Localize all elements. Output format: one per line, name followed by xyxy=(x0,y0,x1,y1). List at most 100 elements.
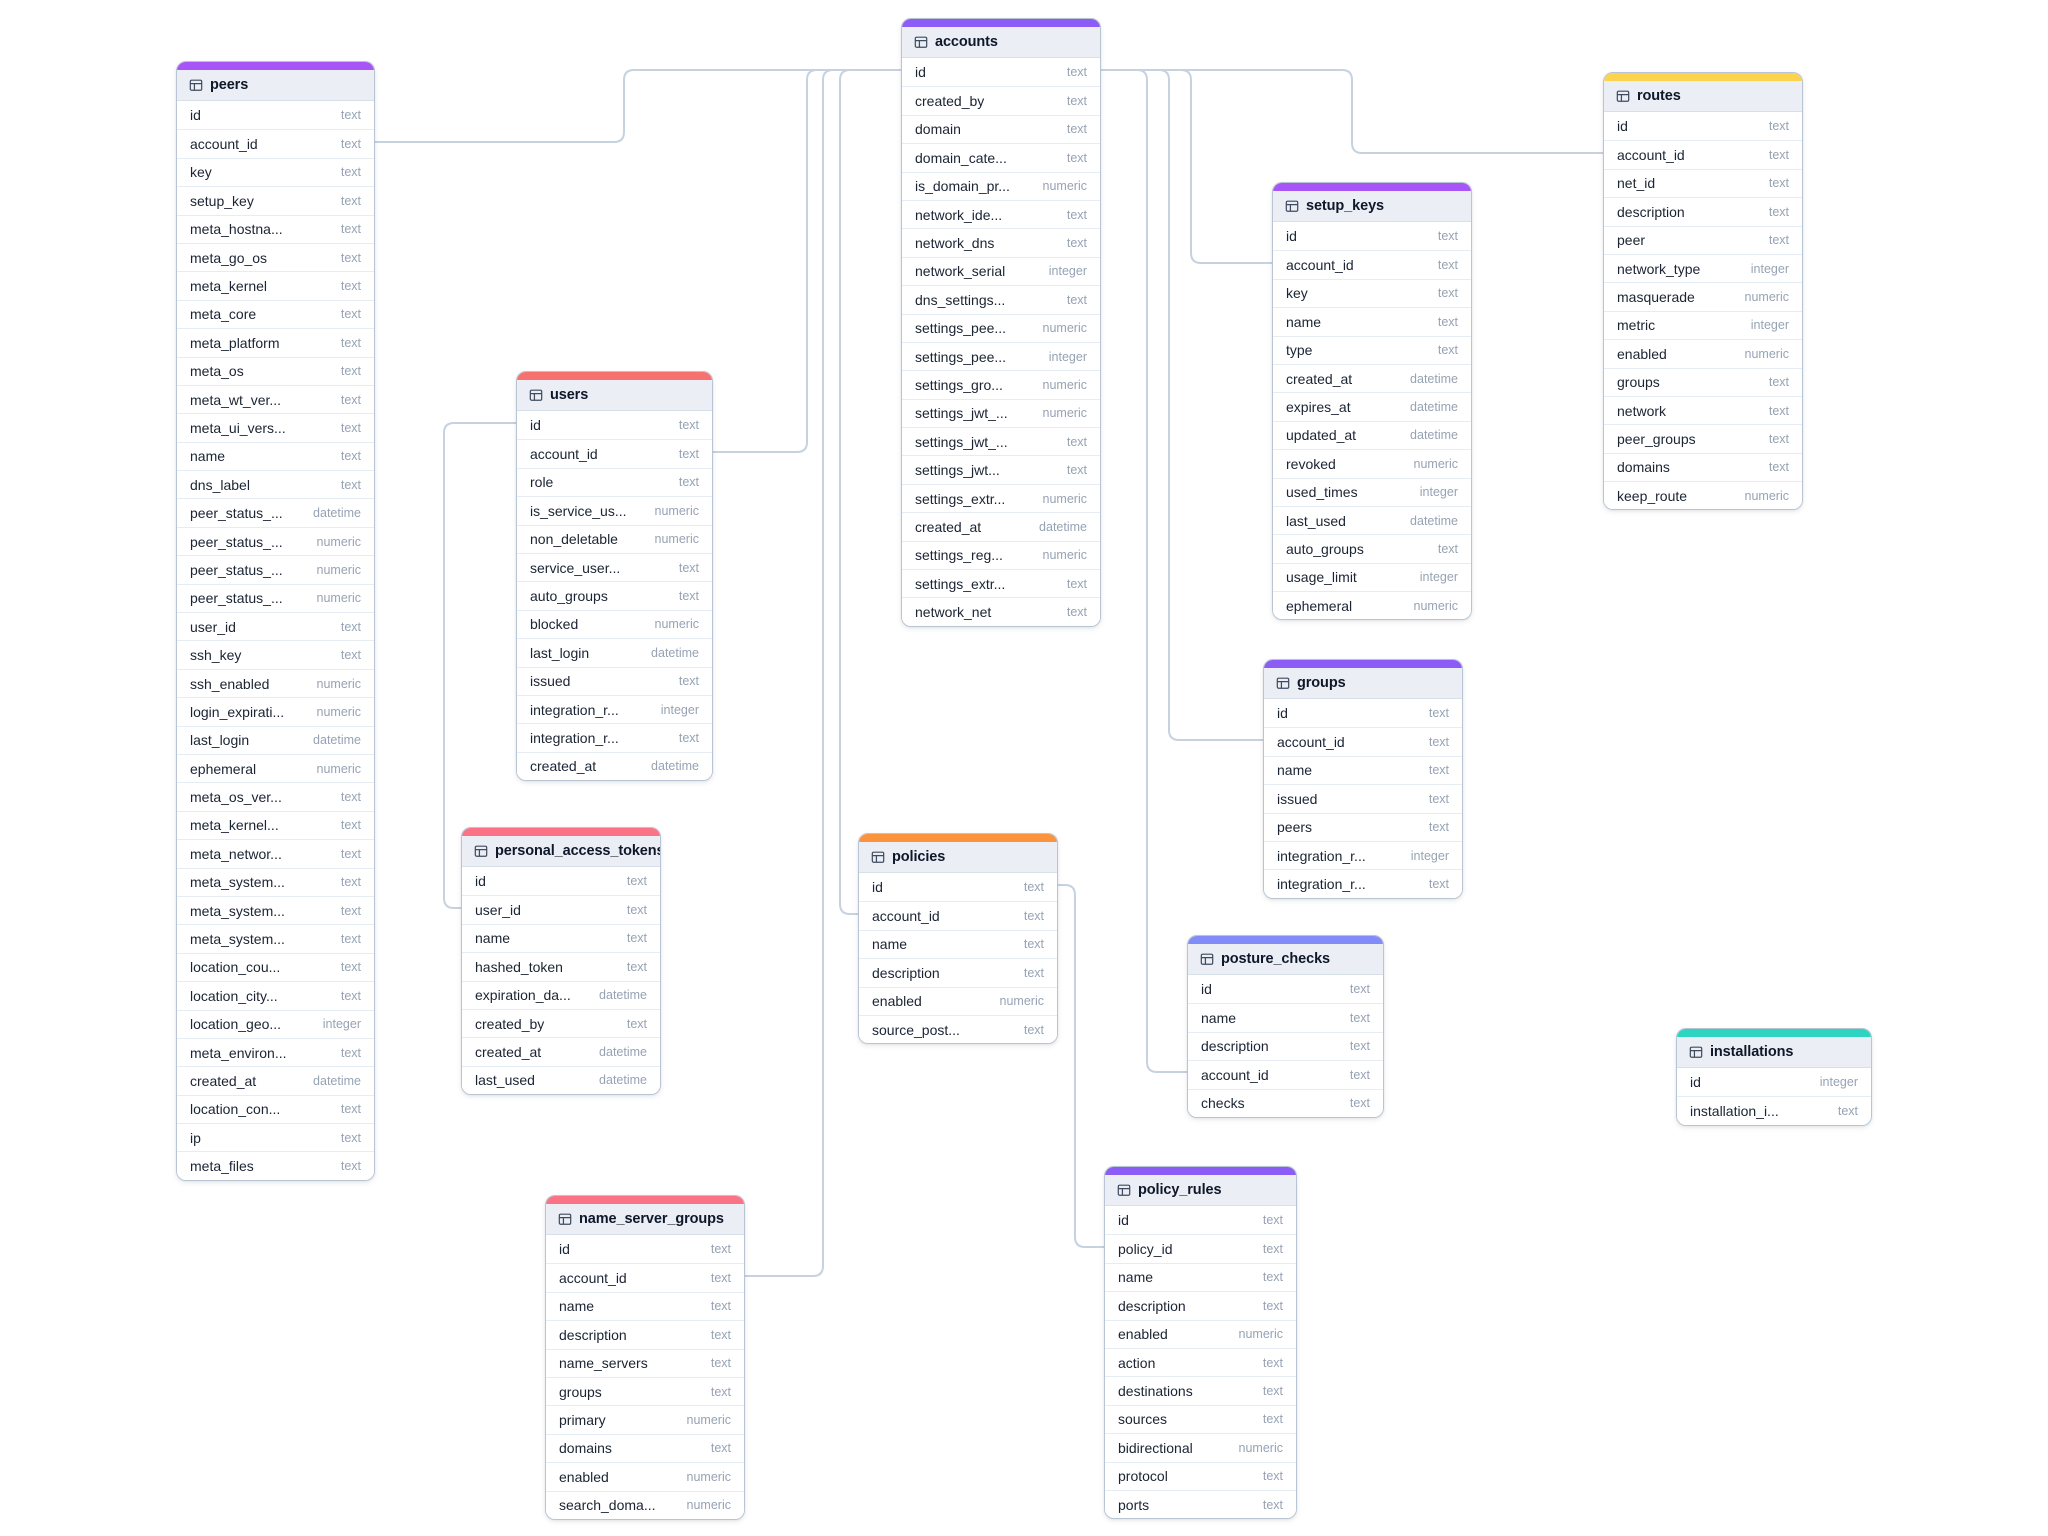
field-name: id xyxy=(190,107,201,123)
table-card-policy_rules[interactable]: policy_rules id text policy_id text name… xyxy=(1104,1166,1297,1519)
field-type: text xyxy=(1350,1068,1370,1082)
table-row: auto_groups text xyxy=(517,581,712,609)
table-row: bidirectional numeric xyxy=(1105,1433,1296,1461)
table-row: groups text xyxy=(1604,368,1802,396)
field-type: text xyxy=(1769,404,1789,418)
table-row: enabled numeric xyxy=(1604,339,1802,367)
field-name: last_login xyxy=(530,645,589,661)
field-name: created_at xyxy=(1286,371,1352,387)
table-row: description text xyxy=(859,958,1057,986)
table-row: created_at datetime xyxy=(1273,364,1471,392)
table-title: peers xyxy=(210,77,248,93)
field-type: numeric xyxy=(687,1413,731,1427)
table-icon xyxy=(1117,1183,1131,1197)
field-type: text xyxy=(341,194,361,208)
table-card-name_server_groups[interactable]: name_server_groups id text account_id te… xyxy=(545,1195,745,1520)
field-name: name xyxy=(1118,1269,1153,1285)
field-type: text xyxy=(1429,763,1449,777)
table-row: usage_limit integer xyxy=(1273,563,1471,591)
table-card-personal_access_tokens[interactable]: personal_access_tokens id text user_id t… xyxy=(461,827,661,1095)
field-name: meta_core xyxy=(190,306,256,322)
field-type: datetime xyxy=(599,988,647,1002)
table-row: domain text xyxy=(902,115,1100,143)
field-name: id xyxy=(1690,1074,1701,1090)
field-type: text xyxy=(1067,463,1087,477)
table-row: network_dns text xyxy=(902,228,1100,256)
table-row: meta_files text xyxy=(177,1151,374,1179)
field-name: account_id xyxy=(1277,734,1345,750)
table-row: id text xyxy=(517,411,712,439)
field-name: meta_platform xyxy=(190,335,279,351)
field-type: text xyxy=(711,1271,731,1285)
field-type: numeric xyxy=(1414,457,1458,471)
connector-users.account_id-to-accounts.id xyxy=(713,70,901,452)
field-name: account_id xyxy=(530,446,598,462)
table-row: meta_os text xyxy=(177,357,374,385)
table-card-accounts[interactable]: accounts id text created_by text domain … xyxy=(901,18,1101,627)
table-row: enabled numeric xyxy=(546,1462,744,1490)
table-title: setup_keys xyxy=(1306,198,1384,214)
table-row: name text xyxy=(1188,1003,1383,1031)
table-icon xyxy=(1616,89,1630,103)
table-card-routes[interactable]: routes id text account_id text net_id te… xyxy=(1603,72,1803,510)
field-type: text xyxy=(341,847,361,861)
field-type: text xyxy=(1024,880,1044,894)
field-type: datetime xyxy=(1410,428,1458,442)
table-row: location_cou... text xyxy=(177,953,374,981)
table-row: action text xyxy=(1105,1348,1296,1376)
field-name: is_service_us... xyxy=(530,503,626,519)
field-name: key xyxy=(1286,285,1308,301)
field-name: network_net xyxy=(915,604,991,620)
table-row: groups text xyxy=(546,1377,744,1405)
field-name: is_domain_pr... xyxy=(915,178,1010,194)
table-card-policies[interactable]: policies id text account_id text name te… xyxy=(858,833,1058,1044)
table-row: updated_at datetime xyxy=(1273,421,1471,449)
field-name: enabled xyxy=(1118,1326,1168,1342)
table-row: meta_kernel... text xyxy=(177,811,374,839)
field-name: groups xyxy=(1617,374,1660,390)
field-name: meta_os_ver... xyxy=(190,789,282,805)
field-type: numeric xyxy=(1043,378,1087,392)
table-card-peers[interactable]: peers id text account_id text key text s… xyxy=(176,61,375,1181)
field-name: peer_status_... xyxy=(190,505,283,521)
table-row: key text xyxy=(177,158,374,186)
field-name: meta_files xyxy=(190,1158,254,1174)
field-name: enabled xyxy=(559,1469,609,1485)
field-type: datetime xyxy=(313,733,361,747)
field-type: text xyxy=(679,418,699,432)
table-card-posture_checks[interactable]: posture_checks id text name text descrip… xyxy=(1187,935,1384,1118)
field-type: text xyxy=(1263,1242,1283,1256)
table-row: account_id text xyxy=(859,901,1057,929)
table-row: name text xyxy=(1273,307,1471,335)
field-name: meta_environ... xyxy=(190,1045,287,1061)
field-name: auto_groups xyxy=(530,588,608,604)
field-name: id xyxy=(1201,981,1212,997)
table-card-users[interactable]: users id text account_id text role text … xyxy=(516,371,713,781)
table-card-groups[interactable]: groups id text account_id text name text… xyxy=(1263,659,1463,899)
field-name: meta_system... xyxy=(190,874,285,890)
table-row: settings_extr... text xyxy=(902,569,1100,597)
table-card-installations[interactable]: installations id integer installation_i.… xyxy=(1676,1028,1872,1126)
field-type: integer xyxy=(1049,350,1087,364)
table-row: meta_platform text xyxy=(177,328,374,356)
table-icon xyxy=(189,78,203,92)
field-type: text xyxy=(1263,1213,1283,1227)
table-row: domains text xyxy=(546,1434,744,1462)
field-name: location_city... xyxy=(190,988,278,1004)
field-rows: id text account_id text net_id text desc… xyxy=(1604,112,1802,509)
table-accent-bar xyxy=(462,828,660,836)
field-name: account_id xyxy=(1286,257,1354,273)
table-title: policy_rules xyxy=(1138,1182,1221,1198)
field-name: service_user... xyxy=(530,560,620,576)
field-name: settings_gro... xyxy=(915,377,1003,393)
table-row: account_id text xyxy=(177,129,374,157)
field-type: text xyxy=(341,818,361,832)
field-type: text xyxy=(341,449,361,463)
table-row: source_post... text xyxy=(859,1015,1057,1043)
table-header: setup_keys xyxy=(1273,191,1471,222)
field-type: text xyxy=(711,1242,731,1256)
table-card-setup_keys[interactable]: setup_keys id text account_id text key t… xyxy=(1272,182,1472,620)
field-type: text xyxy=(627,903,647,917)
field-type: text xyxy=(1438,229,1458,243)
table-accent-bar xyxy=(1188,936,1383,944)
